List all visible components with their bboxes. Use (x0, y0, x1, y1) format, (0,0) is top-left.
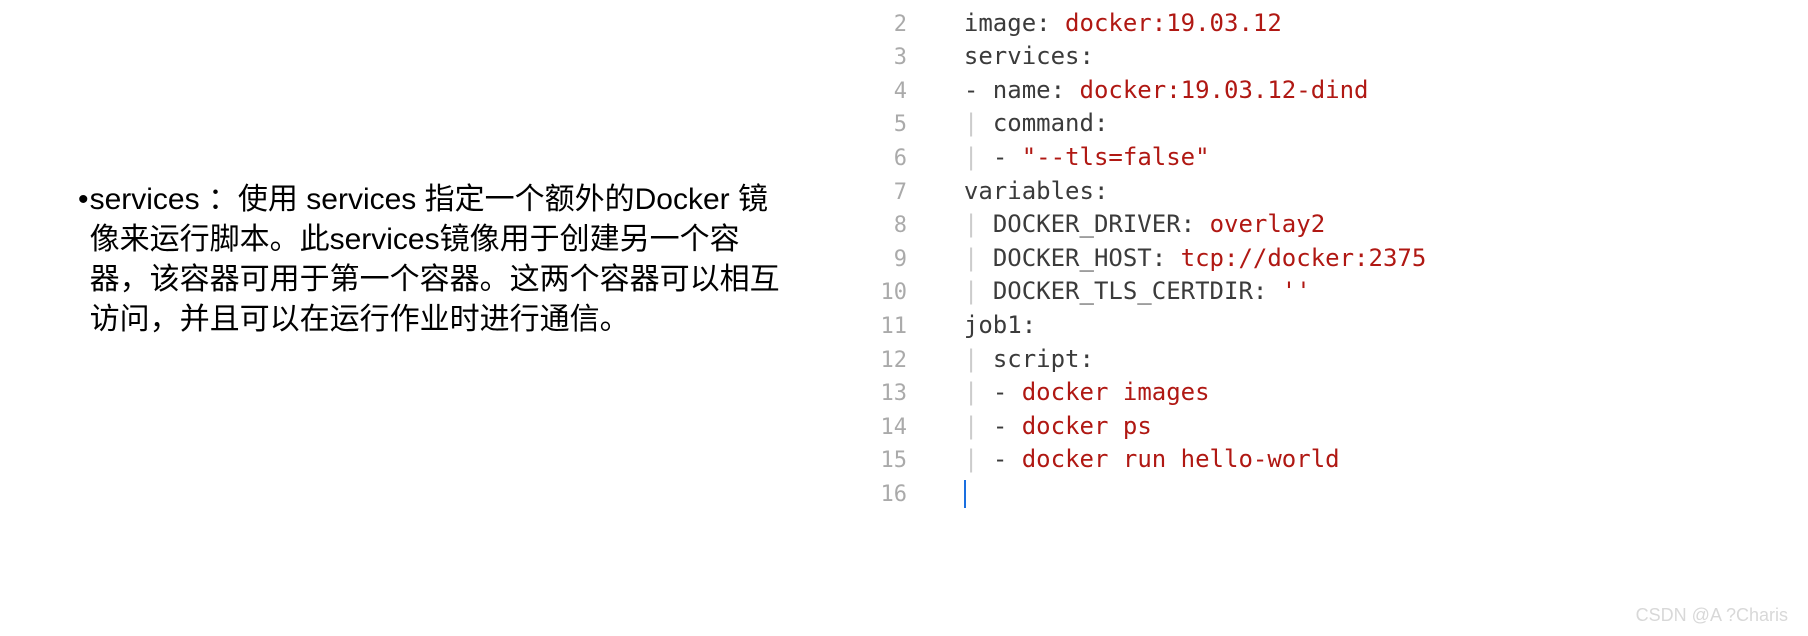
line-number: 2 (870, 12, 935, 37)
code-token: - (993, 378, 1022, 406)
watermark-text: CSDN @A ?Charis (1636, 605, 1788, 626)
code-content[interactable]: | DOCKER_DRIVER: overlay2 (935, 210, 1325, 238)
code-token: - (993, 412, 1022, 440)
code-line[interactable]: 7 variables: (870, 177, 1770, 211)
code-content[interactable]: - name: docker:19.03.12-dind (935, 76, 1368, 104)
code-token: - (993, 445, 1022, 473)
code-line[interactable]: 6 | - "--tls=false" (870, 143, 1770, 177)
code-token: variables: (935, 177, 1108, 205)
code-token: | (964, 210, 993, 238)
line-number: 6 (870, 146, 935, 171)
code-content[interactable]: variables: (935, 177, 1108, 205)
code-line[interactable]: 1 --- (870, 0, 1770, 9)
code-token (935, 143, 964, 171)
code-token: "--tls=false" (1022, 143, 1210, 171)
code-token: docker images (1022, 378, 1210, 406)
code-token: | (964, 412, 993, 440)
code-content[interactable]: | DOCKER_TLS_CERTDIR: '' (935, 277, 1311, 305)
code-token: | (964, 244, 993, 272)
line-number: 14 (870, 415, 935, 440)
code-token (935, 345, 964, 373)
code-token: DOCKER_DRIVER: (993, 210, 1210, 238)
code-token (935, 479, 964, 507)
code-content[interactable]: | - docker run hello-world (935, 445, 1340, 473)
code-line[interactable]: 11 job1: (870, 311, 1770, 345)
line-number: 16 (870, 482, 935, 507)
code-token: DOCKER_HOST: (993, 244, 1181, 272)
code-token: docker:19.03.12-dind (1080, 76, 1369, 104)
code-token: | (964, 378, 993, 406)
code-token: job1: (935, 311, 1036, 339)
description-text: services ：使用 services 指定一个额外的Docker 镜像来运… (90, 180, 795, 340)
code-token: docker run hello-world (1022, 445, 1340, 473)
line-number: 10 (870, 280, 935, 305)
code-content[interactable]: | DOCKER_HOST: tcp://docker:2375 (935, 244, 1426, 272)
code-content[interactable]: | command: (935, 109, 1108, 137)
description-panel: • services ：使用 services 指定一个额外的Docker 镜像… (70, 180, 795, 340)
line-number: 1 (870, 0, 935, 3)
code-token: '' (1282, 277, 1311, 305)
code-line[interactable]: 14 | - docker ps (870, 412, 1770, 446)
line-number: 9 (870, 247, 935, 272)
code-line[interactable]: 12 | script: (870, 345, 1770, 379)
code-content[interactable]: --- (935, 0, 1007, 3)
line-number: 5 (870, 112, 935, 137)
code-content[interactable]: services: (935, 42, 1094, 70)
code-token (935, 412, 964, 440)
code-content[interactable]: image: docker:19.03.12 (935, 9, 1282, 37)
code-content[interactable] (935, 479, 966, 508)
code-line[interactable]: 3 services: (870, 42, 1770, 76)
code-token (935, 210, 964, 238)
code-token: overlay2 (1210, 210, 1326, 238)
code-line[interactable]: 5 | command: (870, 109, 1770, 143)
code-line[interactable]: 10 | DOCKER_TLS_CERTDIR: '' (870, 277, 1770, 311)
bullet-dot: • (70, 180, 90, 220)
code-line[interactable]: 2 image: docker:19.03.12 (870, 9, 1770, 43)
line-number: 4 (870, 79, 935, 104)
code-token (935, 109, 964, 137)
line-number: 3 (870, 45, 935, 70)
bullet-item: • services ：使用 services 指定一个额外的Docker 镜像… (70, 180, 795, 340)
line-number: 8 (870, 213, 935, 238)
line-number: 7 (870, 180, 935, 205)
code-line[interactable]: 15 | - docker run hello-world (870, 445, 1770, 479)
code-content[interactable]: | script: (935, 345, 1094, 373)
code-token: | (964, 277, 993, 305)
code-token (935, 0, 964, 3)
code-token: image: (935, 9, 1065, 37)
code-line[interactable]: 9 | DOCKER_HOST: tcp://docker:2375 (870, 244, 1770, 278)
code-content[interactable]: job1: (935, 311, 1036, 339)
code-content[interactable]: | - docker ps (935, 412, 1152, 440)
line-number: 15 (870, 448, 935, 473)
code-line[interactable]: 16 (870, 479, 1770, 513)
line-number: 12 (870, 348, 935, 373)
code-content[interactable]: | - docker images (935, 378, 1210, 406)
code-token: services: (935, 42, 1094, 70)
code-token: | (964, 143, 993, 171)
code-token (935, 445, 964, 473)
code-token: script: (993, 345, 1094, 373)
code-content[interactable]: | - "--tls=false" (935, 143, 1210, 171)
code-token: --- (964, 0, 1007, 3)
code-token (935, 277, 964, 305)
line-number: 11 (870, 314, 935, 339)
code-line[interactable]: 8 | DOCKER_DRIVER: overlay2 (870, 210, 1770, 244)
code-token: | (964, 109, 993, 137)
code-token: - name: (935, 76, 1080, 104)
code-token: docker ps (1022, 412, 1152, 440)
code-line[interactable]: 4 - name: docker:19.03.12-dind (870, 76, 1770, 110)
code-token: tcp://docker:2375 (1181, 244, 1427, 272)
code-token: DOCKER_TLS_CERTDIR: (993, 277, 1282, 305)
line-number: 13 (870, 381, 935, 406)
code-token: | (964, 345, 993, 373)
code-editor: 1 ---2 image: docker:19.03.123 services:… (870, 0, 1770, 513)
code-token: - (993, 143, 1022, 171)
cursor (964, 480, 966, 508)
code-token (935, 244, 964, 272)
code-line[interactable]: 13 | - docker images (870, 378, 1770, 412)
code-token: | (964, 445, 993, 473)
code-token (935, 378, 964, 406)
code-token: command: (993, 109, 1109, 137)
code-token: docker:19.03.12 (1065, 9, 1282, 37)
